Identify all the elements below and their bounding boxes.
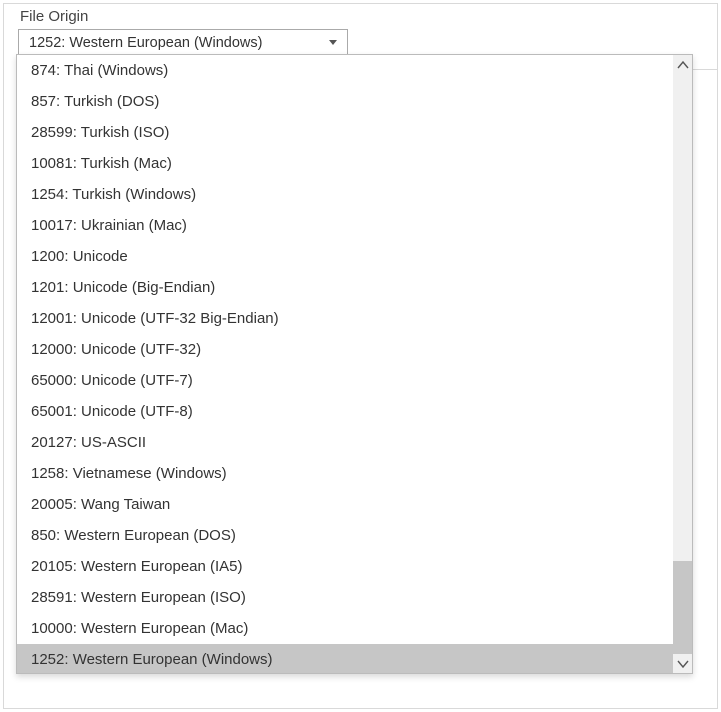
list-item[interactable]: 65001: Unicode (UTF-8) xyxy=(17,396,673,427)
file-origin-selected-value: 1252: Western European (Windows) xyxy=(19,35,319,51)
list-item[interactable]: 20005: Wang Taiwan xyxy=(17,489,673,520)
scroll-thumb[interactable] xyxy=(673,561,692,654)
scroll-down-icon[interactable] xyxy=(673,654,692,673)
list-item[interactable]: 1254: Turkish (Windows) xyxy=(17,179,673,210)
dropdown-arrow-icon[interactable] xyxy=(319,30,347,56)
list-item[interactable]: 20105: Western European (IA5) xyxy=(17,551,673,582)
file-origin-combobox[interactable]: 1252: Western European (Windows) xyxy=(18,29,348,57)
scroll-up-icon[interactable] xyxy=(673,55,692,74)
list-item[interactable]: 10000: Western European (Mac) xyxy=(17,613,673,644)
list-item[interactable]: 1252: Western European (Windows) xyxy=(17,644,673,673)
list-item[interactable]: 1258: Vietnamese (Windows) xyxy=(17,458,673,489)
list-item[interactable]: 850: Western European (DOS) xyxy=(17,520,673,551)
list-item[interactable]: 10081: Turkish (Mac) xyxy=(17,148,673,179)
list-item[interactable]: 28599: Turkish (ISO) xyxy=(17,117,673,148)
scrollbar[interactable] xyxy=(673,55,692,673)
list-item[interactable]: 20127: US-ASCII xyxy=(17,427,673,458)
divider-line xyxy=(693,69,718,70)
list-item[interactable]: 1200: Unicode xyxy=(17,241,673,272)
list-item[interactable]: 1201: Unicode (Big-Endian) xyxy=(17,272,673,303)
file-origin-dropdown: 874: Thai (Windows)857: Turkish (DOS)285… xyxy=(16,54,693,674)
list-item[interactable]: 10017: Ukrainian (Mac) xyxy=(17,210,673,241)
file-origin-label: File Origin xyxy=(20,8,717,25)
list-item[interactable]: 65000: Unicode (UTF-7) xyxy=(17,365,673,396)
scroll-track[interactable] xyxy=(673,74,692,654)
list-item[interactable]: 12001: Unicode (UTF-32 Big-Endian) xyxy=(17,303,673,334)
options-list: 874: Thai (Windows)857: Turkish (DOS)285… xyxy=(17,55,673,673)
list-item[interactable]: 12000: Unicode (UTF-32) xyxy=(17,334,673,365)
list-item[interactable]: 874: Thai (Windows) xyxy=(17,55,673,86)
list-item[interactable]: 28591: Western European (ISO) xyxy=(17,582,673,613)
list-item[interactable]: 857: Turkish (DOS) xyxy=(17,86,673,117)
